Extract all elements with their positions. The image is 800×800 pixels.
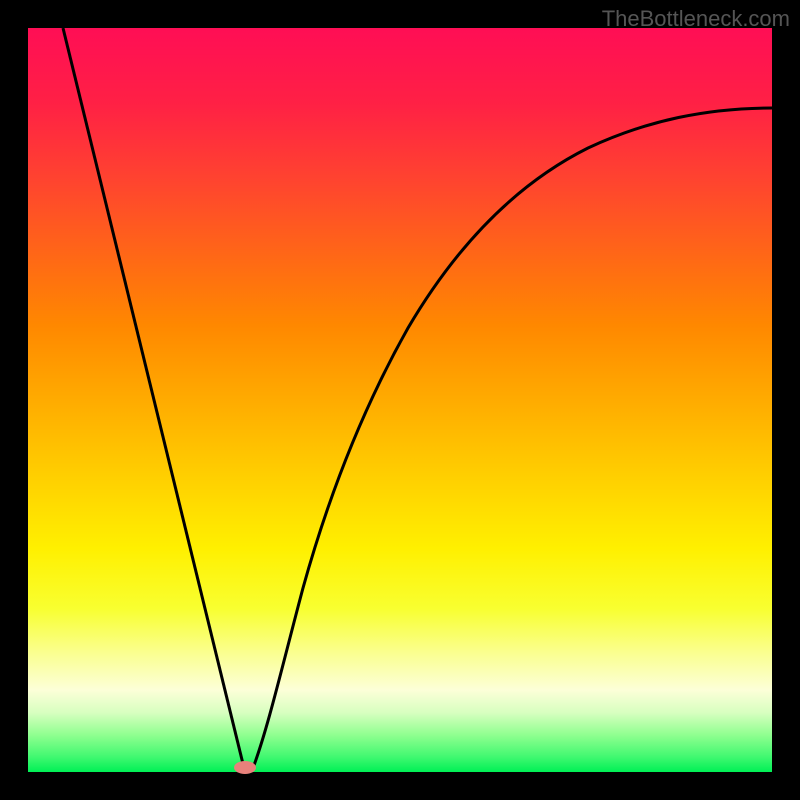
bottleneck-curve <box>28 28 772 772</box>
watermark-text: TheBottleneck.com <box>602 6 790 32</box>
minimum-point-marker <box>234 761 256 774</box>
chart-area <box>28 28 772 772</box>
